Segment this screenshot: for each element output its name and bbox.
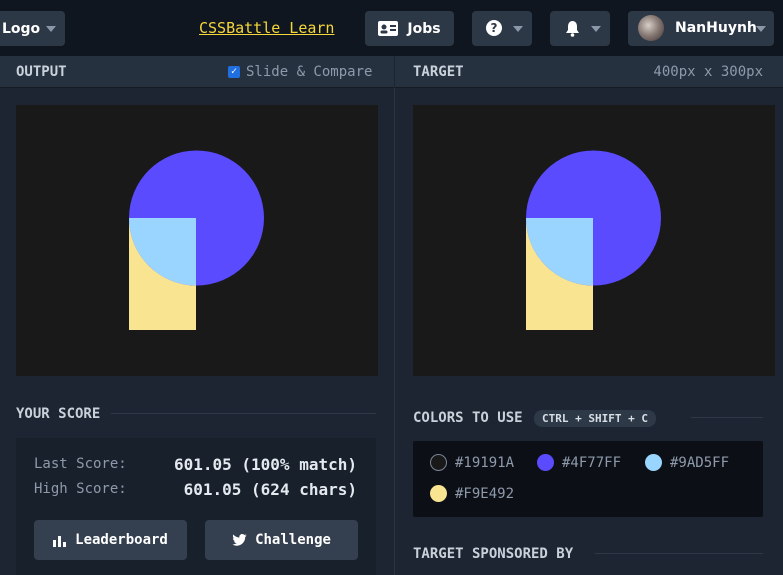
output-header: OUTPUT ✓ Slide & Compare: [0, 56, 394, 88]
help-menu-button[interactable]: ?: [472, 11, 532, 46]
last-score-value: 601.05 (100% match): [173, 455, 357, 474]
color-hex: #19191A: [455, 454, 515, 471]
color-dot: [645, 454, 662, 471]
jobs-label: Jobs: [407, 20, 441, 37]
logo-button[interactable]: Logo: [0, 11, 65, 46]
copy-colors-shortcut: CTRL + SHIFT + C: [534, 410, 656, 427]
bar-chart-icon: [53, 535, 67, 547]
checkbox-icon[interactable]: ✓: [228, 66, 240, 78]
sponsor-divider: [595, 553, 763, 554]
slide-compare-toggle[interactable]: ✓ Slide & Compare: [228, 64, 372, 80]
top-bar: Logo CSSBattle Learn Jobs ? NanHuynh: [0, 0, 783, 56]
caret-down-icon: [46, 26, 56, 32]
caret-down-icon: [756, 26, 766, 32]
avatar: [638, 15, 664, 41]
color-hex: #F9E492: [455, 485, 515, 502]
output-canvas[interactable]: [16, 105, 378, 376]
score-section-title: YOUR SCORE: [16, 406, 101, 422]
high-score-label: High Score:: [34, 481, 127, 497]
logo-label: Logo: [2, 20, 41, 37]
color-dot: [430, 454, 447, 471]
color-swatch[interactable]: #4F77FF: [537, 454, 621, 471]
color-dot: [430, 485, 447, 502]
jobs-button[interactable]: Jobs: [365, 11, 454, 46]
bell-icon: [566, 21, 579, 37]
help-icon: ?: [486, 20, 502, 36]
target-dimensions: 400px x 300px: [653, 64, 763, 80]
last-score-label: Last Score:: [34, 456, 127, 472]
color-palette: #19191A #4F77FF #9AD5FF #F9E492: [413, 441, 763, 517]
color-swatch[interactable]: #19191A: [430, 454, 514, 471]
panel-divider[interactable]: [394, 88, 395, 575]
target-header: TARGET 400px x 300px: [395, 56, 783, 88]
target-canvas: [413, 105, 775, 376]
colors-section-title: COLORS TO USE: [413, 410, 523, 426]
leaderboard-button[interactable]: Leaderboard: [34, 520, 187, 560]
challenge-button[interactable]: Challenge: [205, 520, 358, 560]
caret-down-icon: [591, 26, 601, 32]
slide-compare-label: Slide & Compare: [246, 64, 373, 80]
color-swatch[interactable]: #F9E492: [430, 485, 514, 502]
notifications-button[interactable]: [550, 11, 610, 46]
leaderboard-label: Leaderboard: [75, 532, 168, 548]
output-title: OUTPUT: [16, 64, 67, 80]
color-hex: #9AD5FF: [670, 454, 730, 471]
learn-link[interactable]: CSSBattle Learn: [199, 19, 334, 37]
color-dot: [537, 454, 554, 471]
output-render: [129, 150, 264, 330]
caret-down-icon: [513, 26, 523, 32]
colors-divider: [691, 417, 763, 418]
high-score-value: 601.05 (624 chars): [183, 480, 357, 499]
score-divider: [111, 413, 376, 414]
score-panel: Last Score: 601.05 (100% match) High Sco…: [16, 438, 376, 575]
id-card-icon: [378, 21, 399, 36]
user-name: NanHuynh: [675, 20, 757, 36]
twitter-icon: [232, 534, 247, 546]
target-title: TARGET: [413, 64, 464, 80]
color-hex: #4F77FF: [562, 454, 622, 471]
user-menu-button[interactable]: NanHuynh: [628, 11, 774, 46]
target-render: [526, 150, 661, 330]
sponsor-section-title: TARGET SPONSORED BY: [413, 546, 574, 562]
challenge-label: Challenge: [255, 532, 331, 548]
color-swatch[interactable]: #9AD5FF: [645, 454, 729, 471]
